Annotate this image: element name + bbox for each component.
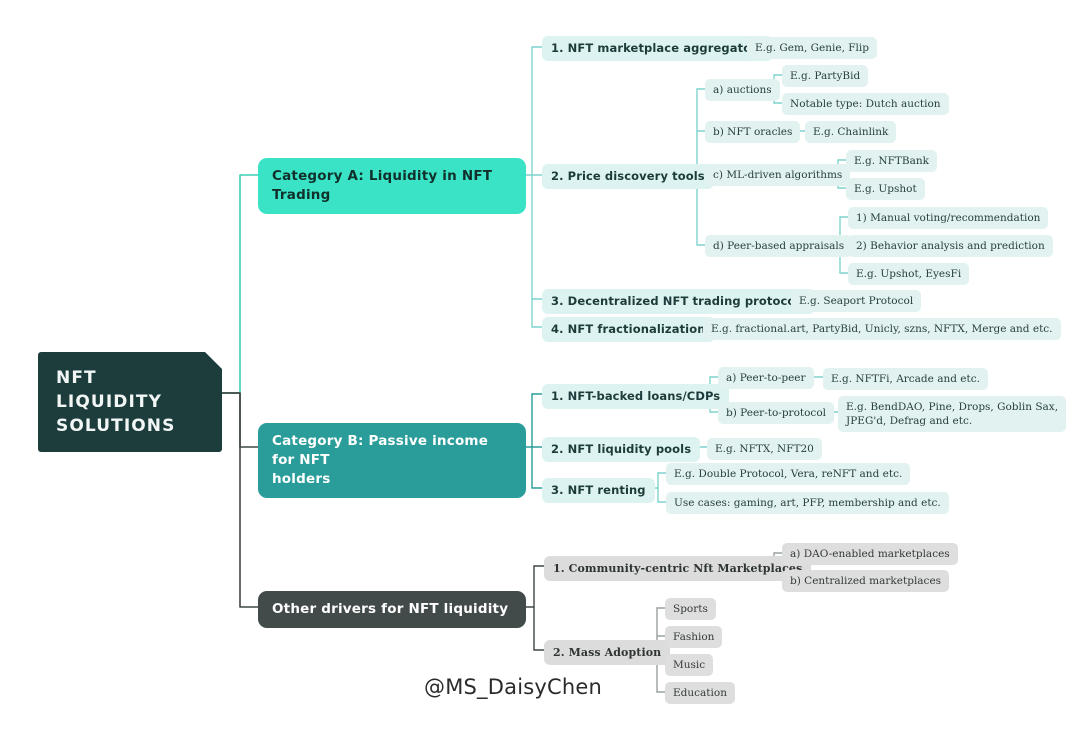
node-a-2a-eg-1[interactable]: E.g. PartyBid: [782, 65, 869, 87]
node-a-2c-eg-1[interactable]: E.g. NFTBank: [846, 150, 937, 172]
node-a-2d-item-2-label: 2) Behavior analysis and prediction: [856, 240, 1045, 252]
node-a-2-label: 2. Price discovery tools: [551, 169, 705, 183]
node-c-1a[interactable]: a) DAO-enabled marketplaces: [782, 543, 958, 565]
node-a-2a-label: a) auctions: [713, 84, 772, 96]
node-c-2-item-sports[interactable]: Sports: [665, 598, 716, 620]
branch-category-b-label: Category B: Passive income for NFT holde…: [272, 433, 489, 487]
node-b-1a-eg-label: E.g. NFTFi, Arcade and etc.: [831, 373, 980, 385]
node-a-3[interactable]: 3. Decentralized NFT trading protocols: [542, 289, 816, 314]
node-a-2b-label: b) NFT oracles: [713, 126, 793, 138]
page-fold-icon: [205, 352, 222, 369]
node-b-1b-eg-label: E.g. BendDAO, Pine, Drops, Goblin Sax, J…: [846, 401, 1059, 427]
watermark-credit: @MS_DaisyChen: [424, 675, 602, 699]
node-a-2b-eg[interactable]: E.g. Chainlink: [805, 121, 897, 143]
node-a-2d[interactable]: d) Peer-based appraisals: [705, 235, 853, 257]
node-c-1-label: 1. Community-centric Nft Marketplaces: [553, 562, 803, 575]
node-c-2-item-fashion[interactable]: Fashion: [665, 626, 723, 648]
node-a-1-eg[interactable]: E.g. Gem, Genie, Flip: [747, 37, 877, 59]
watermark-label: @MS_DaisyChen: [424, 675, 602, 699]
node-a-2d-item-3[interactable]: E.g. Upshot, EyesFi: [848, 263, 970, 285]
node-a-3-eg[interactable]: E.g. Seaport Protocol: [791, 290, 922, 312]
node-a-2c-eg-1-label: E.g. NFTBank: [854, 155, 929, 167]
node-a-2d-item-1-label: 1) Manual voting/recommendation: [856, 212, 1041, 224]
mindmap-canvas: NFT LIQUIDITY SOLUTIONS Category A: Liqu…: [0, 0, 1080, 741]
node-b-1a[interactable]: a) Peer-to-peer: [718, 367, 814, 389]
node-b-3-eg-label: E.g. Double Protocol, Vera, reNFT and et…: [674, 468, 903, 480]
node-c-1a-label: a) DAO-enabled marketplaces: [790, 548, 950, 560]
branch-other-drivers[interactable]: Other drivers for NFT liquidity: [258, 591, 526, 628]
node-b-3-eg[interactable]: E.g. Double Protocol, Vera, reNFT and et…: [666, 463, 911, 485]
node-c-2[interactable]: 2. Mass Adoption: [544, 640, 671, 665]
node-b-1a-label: a) Peer-to-peer: [726, 372, 806, 384]
node-b-2-label: 2. NFT liquidity pools: [551, 442, 692, 456]
node-b-1b-eg[interactable]: E.g. BendDAO, Pine, Drops, Goblin Sax, J…: [838, 396, 1067, 432]
node-c-1[interactable]: 1. Community-centric Nft Marketplaces: [544, 556, 812, 581]
node-c-2-item-fashion-label: Fashion: [673, 631, 715, 643]
node-a-4-label: 4. NFT fractionalization: [551, 322, 706, 336]
node-b-2-eg-label: E.g. NFTX, NFT20: [715, 443, 814, 455]
node-a-2b[interactable]: b) NFT oracles: [705, 121, 801, 143]
node-a-2c-eg-2[interactable]: E.g. Upshot: [846, 178, 925, 200]
node-a-2c-label: c) ML-driven algorithms: [713, 169, 843, 181]
node-b-3-usecases-label: Use cases: gaming, art, PFP, membership …: [674, 497, 941, 509]
node-a-4-eg[interactable]: E.g. fractional.art, PartyBid, Unicly, s…: [703, 318, 1061, 340]
node-a-2b-eg-label: E.g. Chainlink: [813, 126, 889, 138]
node-c-1b[interactable]: b) Centralized marketplaces: [782, 570, 950, 592]
node-a-2a-eg-1-label: E.g. PartyBid: [790, 70, 861, 82]
root-node[interactable]: NFT LIQUIDITY SOLUTIONS: [38, 352, 222, 452]
node-b-2-eg[interactable]: E.g. NFTX, NFT20: [707, 438, 822, 460]
node-a-4[interactable]: 4. NFT fractionalization: [542, 317, 715, 342]
node-c-2-item-sports-label: Sports: [673, 603, 708, 615]
node-a-3-eg-label: E.g. Seaport Protocol: [799, 295, 914, 307]
node-a-1[interactable]: 1. NFT marketplace aggregators: [542, 36, 773, 61]
node-a-2c-eg-2-label: E.g. Upshot: [854, 183, 917, 195]
node-b-3-usecases[interactable]: Use cases: gaming, art, PFP, membership …: [666, 492, 949, 514]
node-a-2c[interactable]: c) ML-driven algorithms: [705, 164, 851, 186]
node-b-1b[interactable]: b) Peer-to-protocol: [718, 402, 834, 424]
node-c-2-item-music-label: Music: [673, 659, 706, 671]
node-a-2d-item-2[interactable]: 2) Behavior analysis and prediction: [848, 235, 1053, 257]
node-b-1[interactable]: 1. NFT-backed loans/CDPs: [542, 384, 730, 409]
node-a-2[interactable]: 2. Price discovery tools: [542, 164, 714, 189]
node-a-1-label: 1. NFT marketplace aggregators: [551, 41, 764, 55]
node-a-4-eg-label: E.g. fractional.art, PartyBid, Unicly, s…: [711, 323, 1053, 335]
node-c-2-item-education-label: Education: [673, 687, 727, 699]
node-c-2-label: 2. Mass Adoption: [553, 646, 662, 659]
node-a-2a[interactable]: a) auctions: [705, 79, 780, 101]
node-b-2[interactable]: 2. NFT liquidity pools: [542, 437, 701, 462]
node-a-2d-item-3-label: E.g. Upshot, EyesFi: [856, 268, 962, 280]
root-label: NFT LIQUIDITY SOLUTIONS: [56, 368, 176, 436]
node-a-3-label: 3. Decentralized NFT trading protocols: [551, 294, 807, 308]
branch-other-drivers-label: Other drivers for NFT liquidity: [272, 601, 509, 617]
branch-category-b[interactable]: Category B: Passive income for NFT holde…: [258, 423, 526, 498]
node-b-3-label: 3. NFT renting: [551, 483, 646, 497]
node-a-2a-eg-2-label: Notable type: Dutch auction: [790, 98, 941, 110]
branch-category-a[interactable]: Category A: Liquidity in NFT Trading: [258, 158, 526, 214]
node-a-2d-label: d) Peer-based appraisals: [713, 240, 845, 252]
node-b-1-label: 1. NFT-backed loans/CDPs: [551, 389, 721, 403]
node-b-1b-label: b) Peer-to-protocol: [726, 407, 826, 419]
node-b-1a-eg[interactable]: E.g. NFTFi, Arcade and etc.: [823, 368, 988, 390]
node-b-3[interactable]: 3. NFT renting: [542, 478, 655, 503]
node-a-1-eg-label: E.g. Gem, Genie, Flip: [755, 42, 869, 54]
node-c-1b-label: b) Centralized marketplaces: [790, 575, 942, 587]
node-c-2-item-music[interactable]: Music: [665, 654, 714, 676]
branch-category-a-label: Category A: Liquidity in NFT Trading: [272, 168, 493, 203]
node-a-2a-eg-2[interactable]: Notable type: Dutch auction: [782, 93, 949, 115]
node-a-2d-item-1[interactable]: 1) Manual voting/recommendation: [848, 207, 1049, 229]
node-c-2-item-education[interactable]: Education: [665, 682, 735, 704]
